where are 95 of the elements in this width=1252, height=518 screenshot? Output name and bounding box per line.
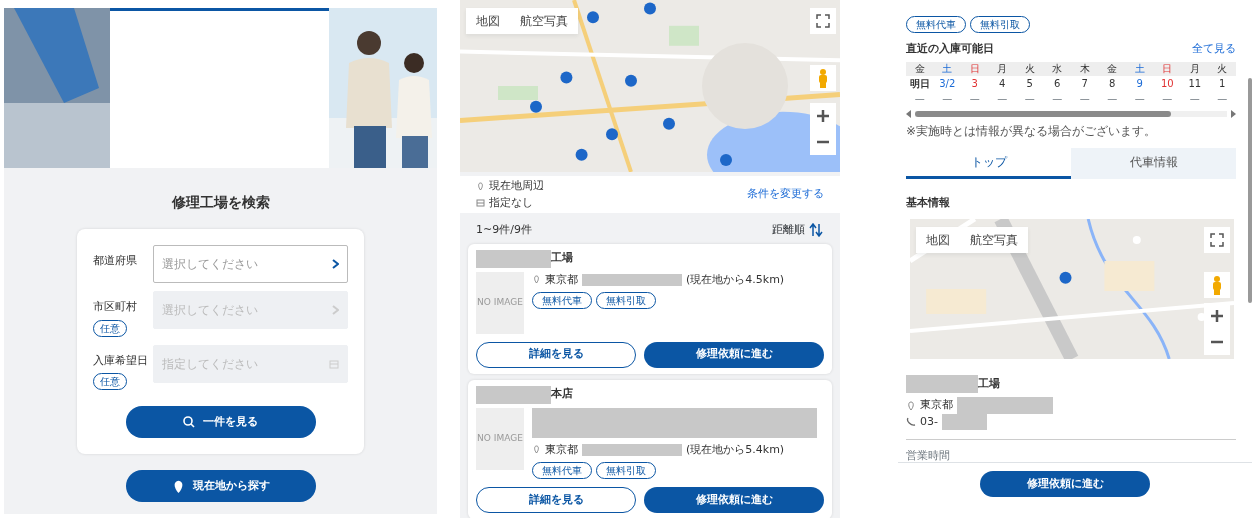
address-text: 東京都 — [545, 441, 578, 458]
no-image-label: NO IMAGE — [477, 295, 523, 309]
details-button[interactable]: 詳細を見る — [476, 341, 636, 368]
minus-icon[interactable] — [1211, 340, 1223, 344]
weekday-label: 金 — [1098, 61, 1126, 76]
see-all-link[interactable]: 全て見る — [1192, 41, 1236, 58]
plus-icon[interactable] — [817, 110, 829, 123]
search-button[interactable]: 一件を見る — [125, 406, 316, 438]
tab[interactable]: 代車情報 — [1071, 147, 1236, 179]
availability-status: — — [1216, 91, 1229, 106]
location-button[interactable]: 現在地から探す — [125, 470, 316, 502]
weekday-label: 月 — [988, 61, 1016, 76]
details-button[interactable]: 詳細を見る — [476, 487, 636, 513]
result-count: 1~9件/9件 — [476, 222, 532, 238]
date-label: 4 — [998, 76, 1007, 91]
search-icon — [183, 416, 195, 428]
weekday-label: 日 — [961, 61, 989, 76]
fullscreen-icon[interactable] — [816, 14, 830, 28]
sort-button[interactable]: 距離順 — [771, 221, 824, 240]
section-heading: 直近の入庫可能日 — [906, 41, 994, 57]
fullscreen-icon[interactable] — [1210, 233, 1224, 247]
date-label: 6 — [1053, 76, 1062, 91]
date-label: 7 — [1080, 76, 1089, 91]
horizontal-scrollbar[interactable] — [915, 110, 1227, 117]
repair-request-button[interactable]: 修理依頼に進む — [644, 487, 824, 513]
weekday-label: 月 — [1181, 61, 1209, 76]
weekday-label: 金 — [906, 61, 934, 76]
chevron-icon — [332, 305, 339, 315]
availability-status: — — [1133, 91, 1146, 106]
address-text: 東京都 — [545, 271, 578, 288]
condition-text: 指定なし — [489, 194, 533, 211]
field-label: 入庫希望日 — [93, 352, 148, 369]
pin-icon — [906, 400, 916, 411]
change-conditions-link[interactable]: 条件を変更する — [747, 186, 824, 203]
date-label: 9 — [1135, 76, 1144, 91]
distance-text: (現在地から5.4km) — [686, 441, 785, 458]
shop-name: 工場 — [978, 375, 1000, 392]
phone-icon — [906, 417, 916, 428]
availability-status: — — [1023, 91, 1036, 106]
repair-request-button[interactable]: 修理依頼に進む — [980, 471, 1150, 497]
weekday-label: 火 — [1016, 61, 1044, 76]
section-heading: 基本情報 — [906, 194, 951, 211]
date-label: 5 — [1025, 76, 1034, 91]
pin-icon — [532, 445, 541, 455]
sort-icon — [809, 223, 823, 238]
chevron-icon — [332, 259, 339, 269]
minus-icon[interactable] — [817, 140, 829, 145]
weekday-label: 木 — [1071, 61, 1099, 76]
date-label: 8 — [1108, 76, 1117, 91]
map-type-button[interactable]: 航空写真 — [510, 8, 578, 34]
phone-text: 03- — [920, 414, 938, 430]
vertical-scrollbar[interactable] — [1248, 78, 1252, 303]
availability-status: — — [941, 91, 954, 106]
map-type-button[interactable]: 航空写真 — [960, 227, 1028, 253]
availability-status: — — [968, 91, 981, 106]
map-type-button[interactable]: 地図 — [916, 227, 960, 253]
shop-name: 本店 — [551, 386, 573, 403]
distance-text: (現在地から4.5km) — [686, 271, 785, 288]
date-label: 11 — [1187, 76, 1203, 91]
availability-status: — — [996, 91, 1009, 106]
hours-label: 営業時間 — [906, 447, 951, 464]
pin-icon — [476, 181, 485, 191]
address-text: 東京都 — [920, 397, 953, 414]
availability-status: — — [913, 91, 926, 106]
pin-icon — [532, 275, 541, 285]
scroll-left-icon[interactable] — [906, 109, 911, 118]
field-label: 市区町村 — [93, 299, 137, 315]
date-label: 1 — [1218, 76, 1227, 91]
note-text: ※実施時とは情報が異なる場合がございます。 — [906, 122, 1158, 140]
weekday-label: 土 — [1126, 61, 1154, 76]
date-label: 3/2 — [938, 76, 957, 91]
calendar-icon — [476, 198, 485, 208]
field-label: 都道府県 — [93, 253, 137, 269]
availability-status: — — [1161, 91, 1174, 106]
availability-status: — — [1188, 91, 1201, 106]
repair-request-button[interactable]: 修理依頼に進む — [644, 341, 824, 368]
weekday-label: 火 — [1208, 61, 1236, 76]
availability-status: — — [1051, 91, 1064, 106]
placeholder: 選択してください — [162, 256, 258, 273]
date-label: 10 — [1159, 76, 1175, 91]
availability-status: — — [1106, 91, 1119, 106]
no-image-label: NO IMAGE — [477, 431, 523, 445]
map-type-button[interactable]: 地図 — [466, 8, 510, 34]
weekday-label: 土 — [933, 61, 961, 76]
availability-status: — — [1078, 91, 1091, 106]
plus-icon[interactable] — [1211, 310, 1223, 322]
weekday-label: 水 — [1043, 61, 1071, 76]
scroll-right-icon[interactable] — [1231, 109, 1236, 118]
condition-text: 現在地周辺 — [489, 178, 544, 194]
weekday-label: 日 — [1153, 61, 1181, 76]
calendar-icon — [329, 358, 339, 369]
date-label: 明日 — [908, 76, 931, 91]
date-label: 3 — [970, 76, 979, 91]
shop-name: 工場 — [551, 250, 573, 267]
page-title: 修理工場を検索 — [171, 193, 270, 212]
